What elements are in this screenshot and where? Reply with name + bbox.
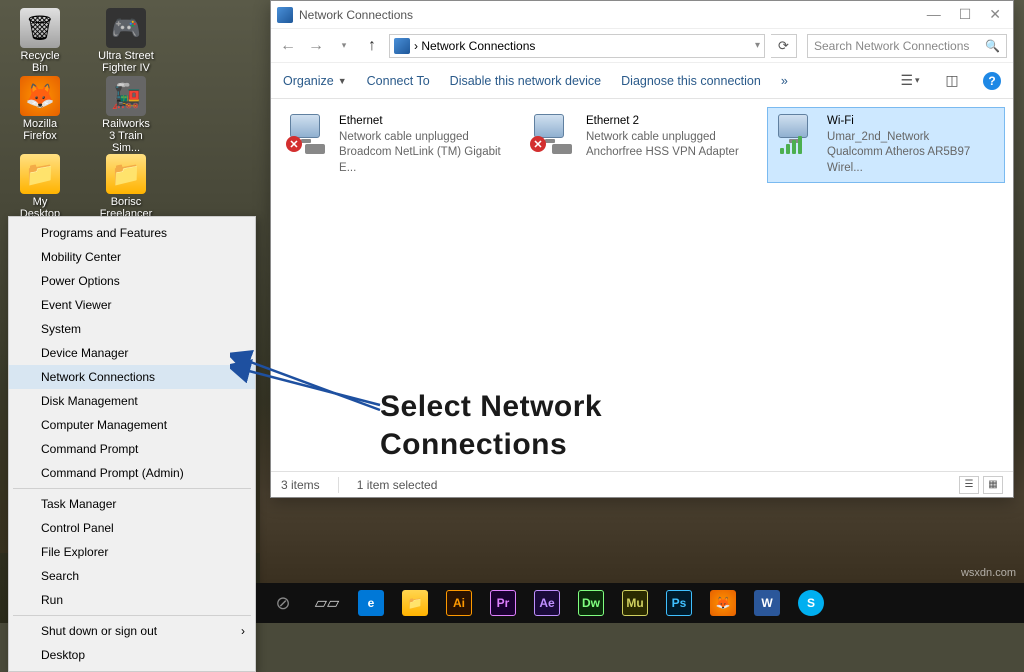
taskbar-cortana[interactable]: ⊘ (264, 587, 302, 619)
view-options-button[interactable]: ☰▾ (899, 70, 921, 92)
help-icon[interactable]: ? (983, 72, 1001, 90)
back-button[interactable]: ← (277, 35, 299, 57)
address-bar[interactable]: › Network Connections ▾ (389, 34, 765, 58)
search-input[interactable]: Search Network Connections 🔍 (807, 34, 1007, 58)
ethernet-icon: ✕ (286, 114, 331, 154)
ethernet-icon: ✕ (530, 114, 578, 154)
firefox-icon: 🦊 (20, 76, 60, 116)
annotation-text: Select Network Connections (380, 388, 602, 463)
maximize-button[interactable]: ☐ (959, 6, 972, 23)
taskbar-illustrator[interactable]: Ai (440, 587, 478, 619)
menu-command-prompt[interactable]: Command Prompt (9, 437, 255, 461)
taskbar-premiere[interactable]: Pr (484, 587, 522, 619)
navigation-bar: ← → ▾ ↑ › Network Connections ▾ ⟳ Search… (271, 29, 1013, 63)
address-dropdown-icon[interactable]: ▾ (755, 40, 760, 51)
taskbar-dreamweaver[interactable]: Dw (572, 587, 610, 619)
menu-task-manager[interactable]: Task Manager (9, 492, 255, 516)
status-bar: 3 items 1 item selected ☰ ▦ (271, 471, 1013, 497)
desktop-icon-ultra-street-fighter[interactable]: 🎮 Ultra Street Fighter IV (98, 8, 154, 74)
menu-file-explorer[interactable]: File Explorer (9, 540, 255, 564)
desktop-icons-row2: 🦊 Mozilla Firefox 🚂 Railworks 3 Train Si… (12, 76, 154, 154)
menu-system[interactable]: System (9, 317, 255, 341)
organize-button[interactable]: Organize▼ (283, 74, 347, 88)
connection-ethernet[interactable]: ✕ Ethernet Network cable unplugged Broad… (279, 107, 517, 183)
taskbar-muse[interactable]: Mu (616, 587, 654, 619)
more-button[interactable]: » (781, 74, 788, 88)
watermark: wsxdn.com (961, 567, 1016, 579)
up-button[interactable]: ↑ (361, 35, 383, 57)
taskbar-aftereffects[interactable]: Ae (528, 587, 566, 619)
minimize-button[interactable]: — (927, 6, 941, 23)
desktop-icon-railworks[interactable]: 🚂 Railworks 3 Train Sim... (98, 76, 154, 154)
menu-device-manager[interactable]: Device Manager (9, 341, 255, 365)
taskbar-firefox[interactable]: 🦊 (704, 587, 742, 619)
location-icon (394, 38, 410, 54)
menu-power-options[interactable]: Power Options (9, 269, 255, 293)
taskbar: ⊘ ▱▱ e 📁 Ai Pr Ae Dw Mu Ps 🦊 W S (256, 583, 1024, 623)
connection-ethernet2[interactable]: ✕ Ethernet 2 Network cable unplugged Anc… (523, 107, 761, 168)
selection-count: 1 item selected (357, 478, 438, 492)
diagnose-button[interactable]: Diagnose this connection (621, 74, 761, 88)
icons-view-button[interactable]: ▦ (983, 476, 1003, 494)
folder-icon: 📁 (20, 154, 60, 194)
taskbar-photoshop[interactable]: Ps (660, 587, 698, 619)
menu-search[interactable]: Search (9, 564, 255, 588)
menu-separator (13, 615, 251, 616)
game-icon: 🎮 (106, 8, 146, 48)
menu-disk-management[interactable]: Disk Management (9, 389, 255, 413)
recent-dropdown[interactable]: ▾ (333, 35, 355, 57)
search-icon: 🔍 (985, 39, 1000, 53)
menu-control-panel[interactable]: Control Panel (9, 516, 255, 540)
menu-mobility-center[interactable]: Mobility Center (9, 245, 255, 269)
connection-wifi[interactable]: Wi-Fi Umar_2nd_Network Qualcomm Atheros … (767, 107, 1005, 183)
item-count: 3 items (281, 478, 320, 492)
forward-button[interactable]: → (305, 35, 327, 57)
menu-command-prompt-admin[interactable]: Command Prompt (Admin) (9, 461, 255, 485)
window-icon (277, 7, 293, 23)
taskbar-taskview[interactable]: ▱▱ (308, 587, 346, 619)
taskbar-word[interactable]: W (748, 587, 786, 619)
folder-icon: 📁 (106, 154, 146, 194)
wifi-icon (774, 114, 819, 154)
menu-run[interactable]: Run (9, 588, 255, 612)
taskbar-edge[interactable]: e (352, 587, 390, 619)
refresh-button[interactable]: ⟳ (771, 34, 797, 58)
menu-event-viewer[interactable]: Event Viewer (9, 293, 255, 317)
connect-to-button[interactable]: Connect To (367, 74, 430, 88)
menu-computer-management[interactable]: Computer Management (9, 413, 255, 437)
menu-programs-features[interactable]: Programs and Features (9, 221, 255, 245)
taskbar-explorer[interactable]: 📁 (396, 587, 434, 619)
recycle-bin-icon: 🗑 (20, 8, 60, 48)
railworks-icon: 🚂 (106, 76, 146, 116)
desktop-icon-firefox[interactable]: 🦊 Mozilla Firefox (12, 76, 68, 154)
menu-network-connections[interactable]: Network Connections (9, 365, 255, 389)
window-title: Network Connections (299, 8, 413, 22)
titlebar[interactable]: Network Connections — ☐ ✕ (271, 1, 1013, 29)
close-button[interactable]: ✕ (989, 6, 1001, 23)
winx-context-menu: Programs and Features Mobility Center Po… (8, 216, 256, 672)
details-view-button[interactable]: ☰ (959, 476, 979, 494)
taskbar-skype[interactable]: S (792, 587, 830, 619)
preview-pane-button[interactable]: ◫ (941, 70, 963, 92)
desktop-icon-recycle-bin[interactable]: 🗑 Recycle Bin (12, 8, 68, 74)
menu-separator (13, 488, 251, 489)
toolbar: Organize▼ Connect To Disable this networ… (271, 63, 1013, 99)
menu-desktop[interactable]: Desktop (9, 643, 255, 667)
desktop-icons-row1: 🗑 Recycle Bin 🎮 Ultra Street Fighter IV (12, 8, 154, 74)
disable-device-button[interactable]: Disable this network device (450, 74, 601, 88)
